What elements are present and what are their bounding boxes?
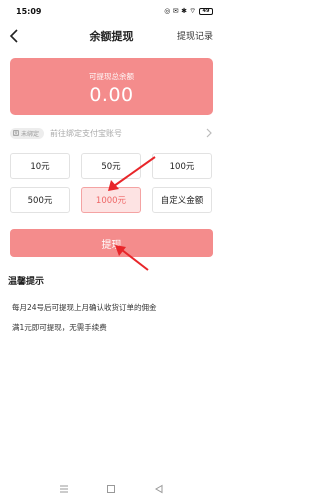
tips-title: 温馨提示 — [8, 277, 45, 287]
status-icon-glyphs: ◎ ✉ ✱ ⌔ — [164, 6, 196, 15]
withdraw-records-link[interactable]: 提现记录 — [177, 29, 213, 42]
withdraw-button[interactable]: 提现 — [10, 229, 213, 257]
bind-account-hint: 前往绑定支付宝账号 — [50, 128, 123, 138]
unbound-badge-label: 未绑定 — [21, 130, 40, 138]
tips-line-1: 每月24号后可提现上月确认收货订单的佣金 — [12, 303, 157, 312]
tips-line-2: 满1元即可提现，无需手续费 — [12, 323, 107, 332]
menu-icon[interactable] — [59, 484, 69, 494]
status-bar: 15:09 ◎ ✉ ✱ ⌔ 49 — [0, 0, 223, 22]
amount-option-50[interactable]: 50元 — [81, 153, 141, 179]
battery-icon: 49 — [199, 7, 213, 15]
balance-card: 可提现总余额 0.00 — [10, 58, 213, 115]
balance-label: 可提现总余额 — [89, 72, 134, 81]
balance-value: 0.00 — [89, 84, 134, 106]
amount-option-10[interactable]: 10元 — [10, 153, 70, 179]
amount-option-custom[interactable]: 自定义金额 — [152, 187, 212, 213]
chevron-right-icon — [206, 128, 212, 138]
bind-alipay-row[interactable]: 支 未绑定 前往绑定支付宝账号 — [10, 124, 213, 142]
home-icon[interactable] — [106, 484, 116, 494]
header: 余额提现 提现记录 — [0, 22, 223, 50]
alipay-icon: 支 — [13, 130, 19, 136]
amount-option-500[interactable]: 500元 — [10, 187, 70, 213]
status-time: 15:09 — [16, 6, 42, 16]
system-nav-bar — [0, 478, 223, 500]
unbound-badge: 支 未绑定 — [10, 127, 45, 139]
amount-option-1000[interactable]: 1000元 — [81, 187, 141, 213]
status-icons: ◎ ✉ ✱ ⌔ 49 — [164, 7, 213, 16]
amount-option-100[interactable]: 100元 — [152, 153, 212, 179]
back-nav-icon[interactable] — [154, 484, 164, 494]
amount-options: 10元 50元 100元 500元 1000元 自定义金额 — [10, 153, 213, 213]
